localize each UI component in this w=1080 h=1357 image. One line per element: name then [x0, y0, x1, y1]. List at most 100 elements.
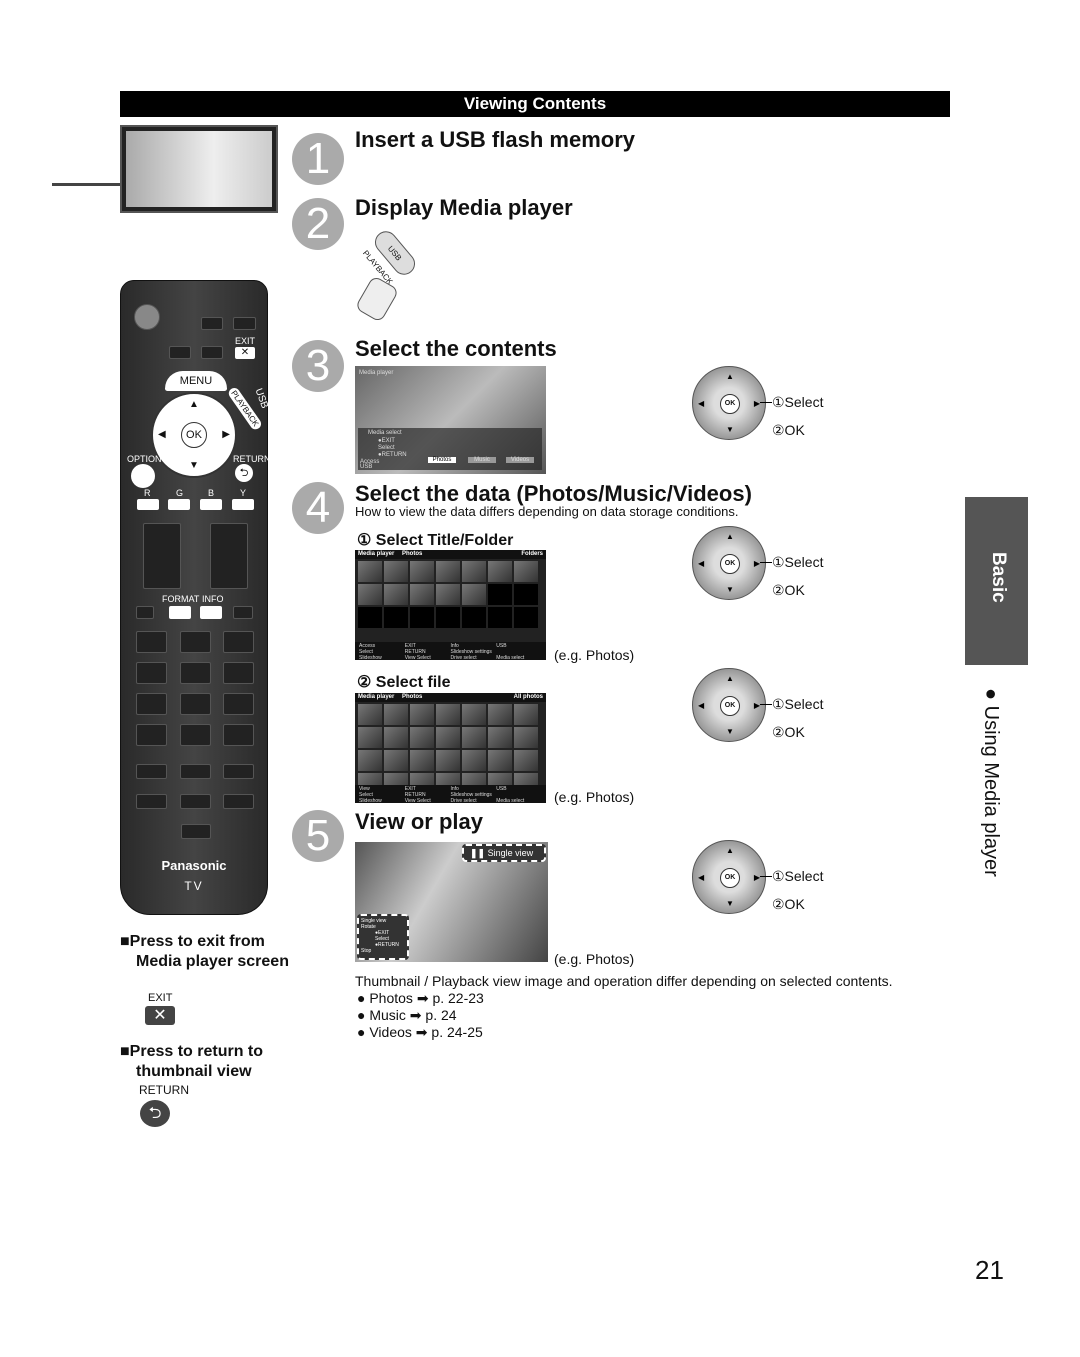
step-title: Insert a USB flash memory: [355, 127, 635, 152]
page-reference: ● Videos ➡ p. 24-25: [357, 1024, 483, 1040]
page-reference: ● Photos ➡ p. 22-23: [357, 990, 484, 1006]
section-label: ● Using Media player: [980, 688, 1002, 877]
menu-button: MENU: [165, 371, 227, 391]
divider: [52, 183, 120, 186]
step-title: Display Media player: [355, 195, 573, 220]
thumbnail: [514, 727, 538, 748]
step-number: 1: [292, 133, 344, 185]
nav-dial-icon: OK ▲ ▼ ◀ ▶: [692, 366, 766, 440]
ok-label: ②OK: [772, 422, 805, 438]
thumbnail: [358, 727, 382, 748]
option-button: [131, 464, 155, 488]
ok-label: ②OK: [772, 896, 805, 912]
ok-label: ②OK: [772, 582, 805, 598]
thumbnail: [436, 704, 460, 725]
caption: (e.g. Photos): [554, 647, 635, 663]
brand-logo: Panasonic: [161, 858, 227, 873]
thumbnail: [488, 704, 512, 725]
thumbnail: [358, 561, 382, 582]
thumbnail: [462, 584, 486, 605]
thumbnail: [488, 727, 512, 748]
thumbnail: [462, 750, 486, 771]
step-note: Thumbnail / Playback view image and oper…: [355, 973, 893, 989]
nav-dial-icon: OK ▲ ▼ ◀ ▶: [692, 668, 766, 742]
thumbnail: [436, 750, 460, 771]
thumbnail: [514, 704, 538, 725]
page-number: 21: [975, 1255, 1004, 1285]
caption: (e.g. Photos): [554, 789, 635, 805]
thumbnail: [488, 607, 512, 628]
select-label: ①Select: [772, 554, 824, 570]
nav-pad: OK ▲ ▼ ◀ ▶: [151, 392, 237, 478]
thumbnail: [514, 561, 538, 582]
thumbnail: [436, 584, 460, 605]
thumbnail: [436, 727, 460, 748]
select-label: ①Select: [772, 696, 824, 712]
return-icon: ⮌: [140, 1100, 170, 1127]
thumbnail: [488, 750, 512, 771]
exit-button: ✕: [235, 347, 255, 359]
section-header: Viewing Contents: [120, 91, 950, 117]
caption: (e.g. Photos): [554, 951, 635, 967]
step-title: Select the contents: [355, 336, 557, 361]
substep-title: ② Select file: [357, 674, 451, 691]
thumbnail: [358, 750, 382, 771]
step-number: 2: [292, 198, 344, 250]
substep-title: ① Select Title/Folder: [357, 532, 514, 549]
exit-icon: ✕: [145, 1006, 175, 1025]
return-button: ⮌: [235, 464, 253, 482]
media-player-screen: Media player Media select ●EXIT Select ●…: [355, 366, 546, 474]
note-return: ■Press to return to thumbnail view: [120, 1043, 264, 1080]
nav-dial-icon: OK ▲ ▼ ◀ ▶: [692, 526, 766, 600]
thumbnail: [410, 607, 434, 628]
thumbnail: [358, 607, 382, 628]
thumbnail: [462, 561, 486, 582]
thumbnail: [462, 727, 486, 748]
tv-illustration: [120, 125, 278, 213]
thumbnail: [462, 607, 486, 628]
thumbnail: [358, 584, 382, 605]
thumbnail: [410, 704, 434, 725]
remote-control-illustration: EXIT ✕ OK ▲ ▼ ◀ ▶ MENU USB PLAYBACK OPTION…: [120, 280, 271, 915]
select-label: ①Select: [772, 394, 824, 410]
thumbnail: [488, 561, 512, 582]
thumbnail-view-screen: Media player Photos All photos View EXIT In…: [355, 693, 546, 803]
usb-playback-button-illustration: USB PLAYBACK: [354, 226, 422, 323]
step-number: 3: [292, 340, 344, 392]
thumbnail: [410, 561, 434, 582]
folder-view-screen: Media player Photos Folders Access EXIT Inf…: [355, 550, 546, 660]
step-title: View or play: [355, 809, 483, 834]
thumbnail: [514, 750, 538, 771]
thumbnail: [384, 561, 408, 582]
thumbnail: [384, 727, 408, 748]
step-number: 5: [292, 810, 344, 862]
step-number: 4: [292, 482, 344, 534]
thumbnail: [384, 607, 408, 628]
thumbnail: [384, 750, 408, 771]
single-view-screen: ❚❚ Single view Single view Rotate ●EXIT Sel…: [355, 842, 548, 962]
thumbnail: [410, 727, 434, 748]
thumbnail: [436, 561, 460, 582]
thumbnail: [410, 750, 434, 771]
thumbnail: [436, 607, 460, 628]
tab-photos: Photos: [428, 457, 456, 463]
nav-dial-icon: OK ▲ ▼ ◀ ▶: [692, 840, 766, 914]
thumbnail: [358, 704, 382, 725]
thumbnail: [488, 584, 512, 605]
thumbnail: [384, 584, 408, 605]
ok-label: ②OK: [772, 724, 805, 740]
thumbnail: [514, 584, 538, 605]
note-exit: ■Press to exit from Media player screen: [120, 933, 289, 970]
thumbnail: [514, 607, 538, 628]
thumbnail: [384, 704, 408, 725]
tab-videos: Videos: [506, 457, 534, 463]
select-label: ①Select: [772, 868, 824, 884]
thumbnail: [462, 704, 486, 725]
side-tab-basic: Basic: [965, 497, 1028, 665]
tab-music: Music: [468, 457, 496, 463]
step-note: How to view the data differs depending o…: [355, 504, 739, 519]
page-reference: ● Music ➡ p. 24: [357, 1007, 457, 1023]
exit-label: EXIT: [235, 336, 256, 346]
single-view-badge: ❚❚ Single view: [462, 844, 546, 862]
thumbnail: [410, 584, 434, 605]
